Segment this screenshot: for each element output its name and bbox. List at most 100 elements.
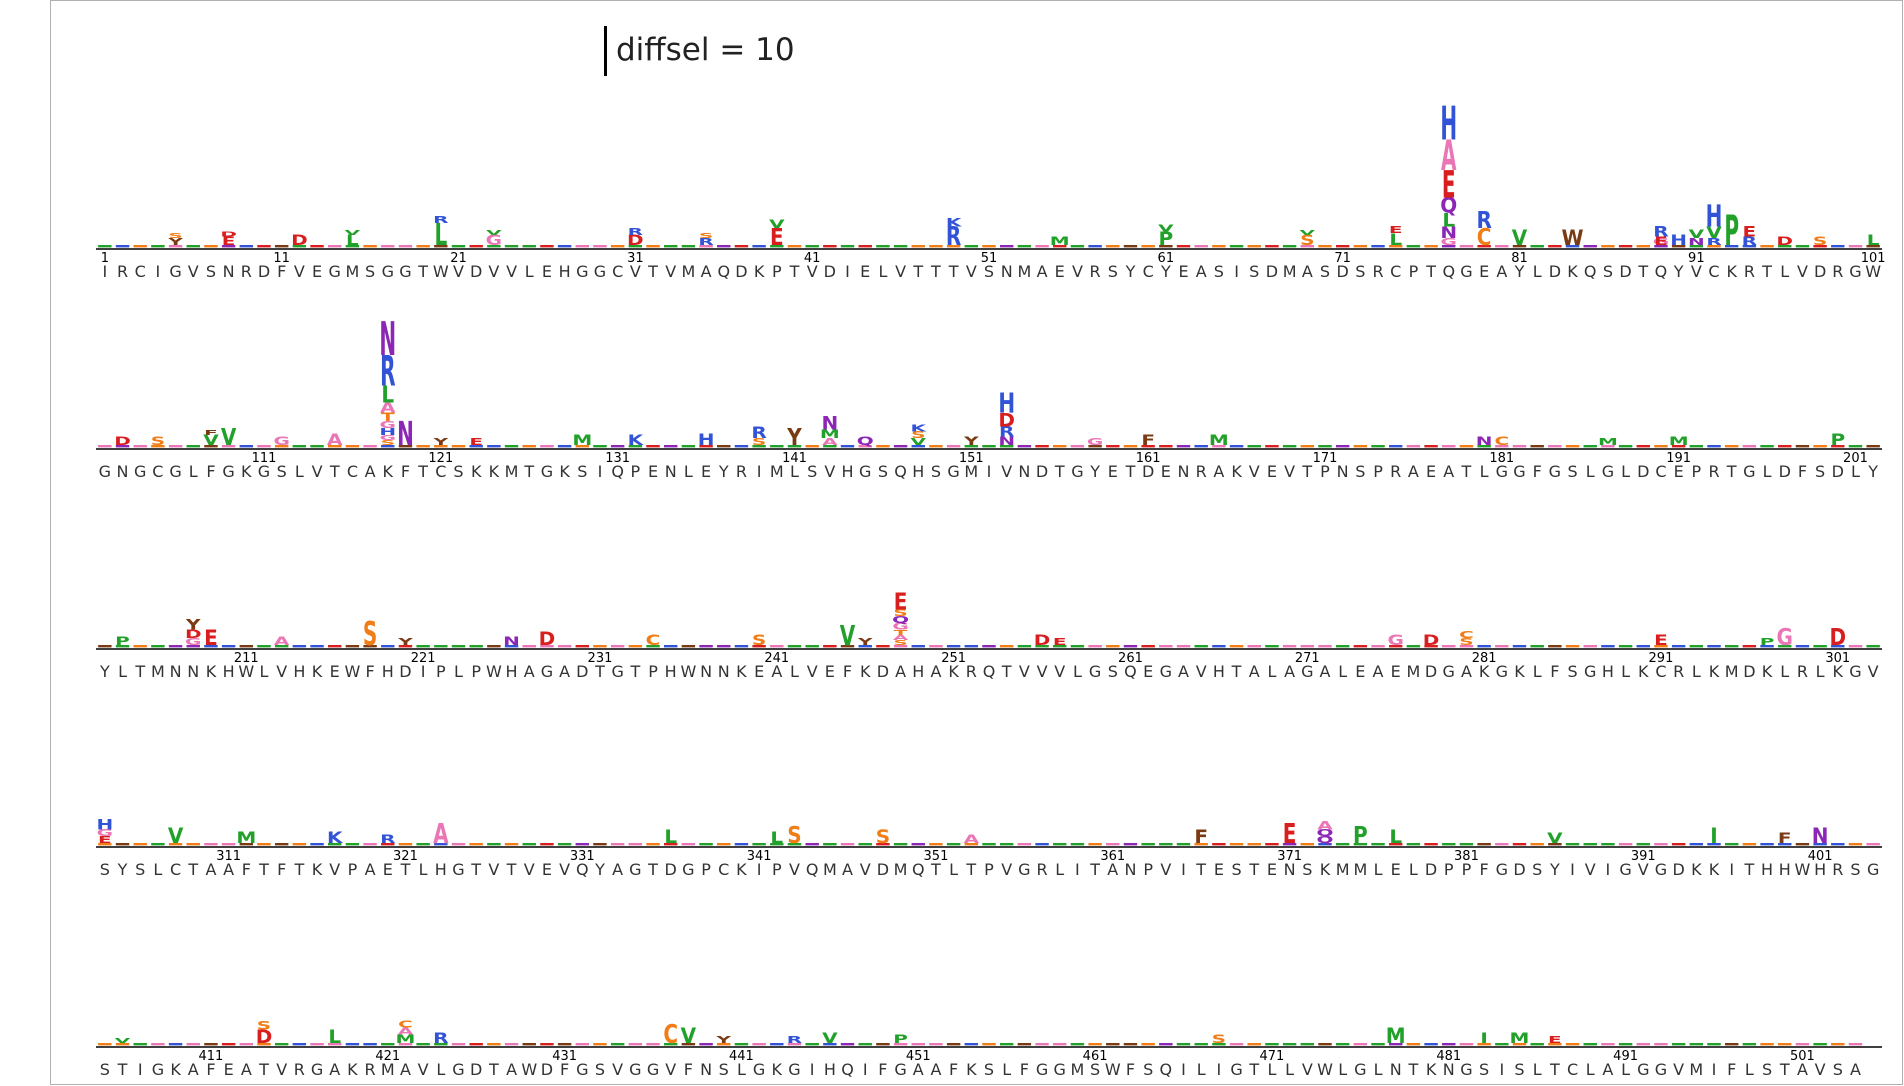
sequence-letter: R	[1708, 462, 1719, 481]
sequence-letter: A	[1850, 1060, 1861, 1079]
site-dash	[734, 843, 749, 846]
sequence-letter: A	[1213, 462, 1224, 481]
sequence-letter: L	[525, 262, 534, 281]
sequence-letter: E	[648, 462, 658, 481]
sequence-letter: N	[1337, 462, 1349, 481]
sequence-letter: S	[1850, 860, 1860, 879]
sequence-letter: S	[595, 1060, 605, 1079]
site-dash	[1106, 1043, 1120, 1046]
sequence-letter: F	[365, 662, 374, 681]
tick-label: 301	[1825, 651, 1850, 666]
logo-row: GNGCGLFGKGSLVTCAKFTCSKKMTGKSIQPENLEYRIML…	[96, 313, 1882, 481]
sequence-letter: N	[117, 462, 129, 481]
sequence-letter: V	[1019, 662, 1030, 681]
site-dash	[893, 843, 908, 846]
site-dash	[1035, 1043, 1049, 1046]
tick-label: 411	[199, 1049, 224, 1064]
site-dash	[823, 245, 837, 248]
site-dash	[1866, 843, 1880, 846]
sequence-letter: S	[878, 462, 888, 481]
logo-letter: D	[1423, 633, 1440, 649]
site-dash	[593, 843, 607, 846]
site-dash	[929, 645, 943, 648]
tick-label: 241	[764, 651, 789, 666]
site-dash	[1017, 245, 1032, 248]
sequence-letter: Y	[1089, 462, 1100, 481]
logo-letter: E	[1548, 1035, 1562, 1046]
site-dash	[734, 1043, 749, 1046]
site-dash	[610, 245, 625, 248]
site-dash	[1088, 645, 1102, 648]
sequence-letter: T	[488, 1060, 499, 1079]
sequence-letter: C	[135, 262, 146, 281]
sequence-letter: L	[684, 462, 693, 481]
site-dash	[239, 445, 254, 448]
site-dash	[1813, 645, 1827, 648]
logo-letter: S	[168, 232, 182, 240]
sequence-logo: IRCIGVSNRDFVEGMSGGTWVDVVLEHGGCVTVMAQDKPT…	[96, 98, 1886, 1079]
site-dash	[1424, 445, 1438, 448]
logo-letter: D	[220, 230, 237, 238]
sequence-letter: G	[329, 262, 341, 281]
sequence-letter: S	[1302, 860, 1312, 879]
tick-label: 101	[1861, 251, 1886, 266]
site-dash	[1212, 245, 1226, 248]
sequence-letter: R	[1090, 262, 1101, 281]
sequence-letter: V	[665, 1060, 676, 1079]
sequence-letter: E	[1161, 462, 1171, 481]
sequence-letter: V	[1284, 462, 1295, 481]
sequence-letter: Y	[718, 462, 729, 481]
sequence-letter: G	[1496, 662, 1508, 681]
site-dash	[221, 645, 236, 648]
sequence-letter: L	[1374, 1060, 1383, 1079]
sequence-letter: G	[1460, 1060, 1472, 1079]
site-dash	[663, 445, 678, 448]
logo-letter: F	[1194, 826, 1208, 848]
site-dash	[151, 645, 165, 648]
logo-letter: Y	[963, 434, 979, 448]
sequence-letter: K	[966, 1060, 977, 1079]
sequence-letter: Q	[894, 462, 907, 481]
sequence-letter: D	[1672, 860, 1684, 879]
sequence-letter: Q	[1160, 1060, 1173, 1079]
site-dash	[646, 445, 660, 448]
sequence-letter: L	[1374, 860, 1383, 879]
site-dash	[752, 843, 766, 846]
sequence-letter: E	[224, 1060, 234, 1079]
site-dash	[1848, 245, 1863, 248]
sequence-letter: F	[1480, 860, 1489, 879]
sequence-letter: A	[400, 1060, 411, 1079]
sequence-letter: C	[1143, 262, 1154, 281]
site-dash	[1318, 1043, 1332, 1046]
sequence-letter: G	[134, 462, 146, 481]
sequence-letter: V	[807, 662, 818, 681]
sequence-letter: H	[223, 662, 235, 681]
site-dash	[787, 645, 802, 648]
sequence-letter: E	[701, 462, 711, 481]
site-dash	[98, 445, 112, 448]
sequence-letter: L	[1763, 462, 1772, 481]
sequence-letter: R	[117, 262, 128, 281]
sequence-letter: P	[1373, 462, 1383, 481]
sequence-letter: L	[1816, 662, 1825, 681]
tick-label: 11	[273, 251, 290, 266]
site-dash	[1017, 1043, 1032, 1046]
sequence-letter: S	[1355, 262, 1365, 281]
site-dash	[1442, 445, 1456, 448]
sequence-letter: N	[1178, 462, 1190, 481]
site-dash	[151, 1043, 165, 1046]
site-dash	[1070, 245, 1085, 248]
sequence-letter: M	[681, 262, 695, 281]
sequence-letter: A	[506, 1060, 517, 1079]
sequence-letter: C	[718, 860, 729, 879]
logo-letter: Y	[786, 425, 802, 452]
logo-letter: A	[274, 634, 290, 648]
sequence-letter: F	[277, 860, 286, 879]
sequence-letter: E	[1426, 462, 1436, 481]
tick-label: 491	[1613, 1049, 1638, 1064]
logo-letter: N	[1476, 434, 1493, 448]
sequence-letter: F	[843, 662, 852, 681]
logo-letter: V	[1512, 226, 1528, 251]
logo-letter: F	[1778, 831, 1792, 847]
sequence-letter: N	[187, 662, 199, 681]
